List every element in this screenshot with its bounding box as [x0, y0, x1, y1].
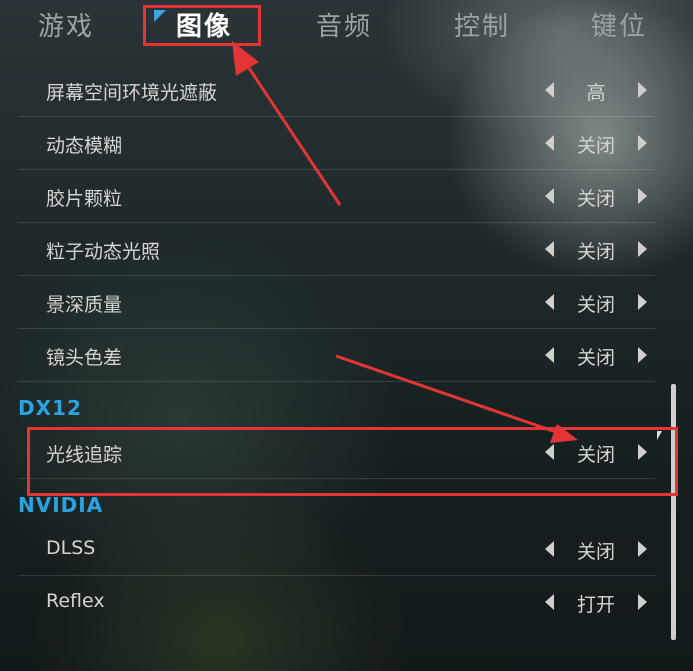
annotation-arrow-line — [243, 61, 342, 206]
annotation-arrows — [232, 41, 578, 443]
annotation-arrow-line — [335, 354, 557, 434]
annotation-arrowhead — [232, 41, 259, 76]
annotation-arrowhead — [550, 424, 578, 443]
